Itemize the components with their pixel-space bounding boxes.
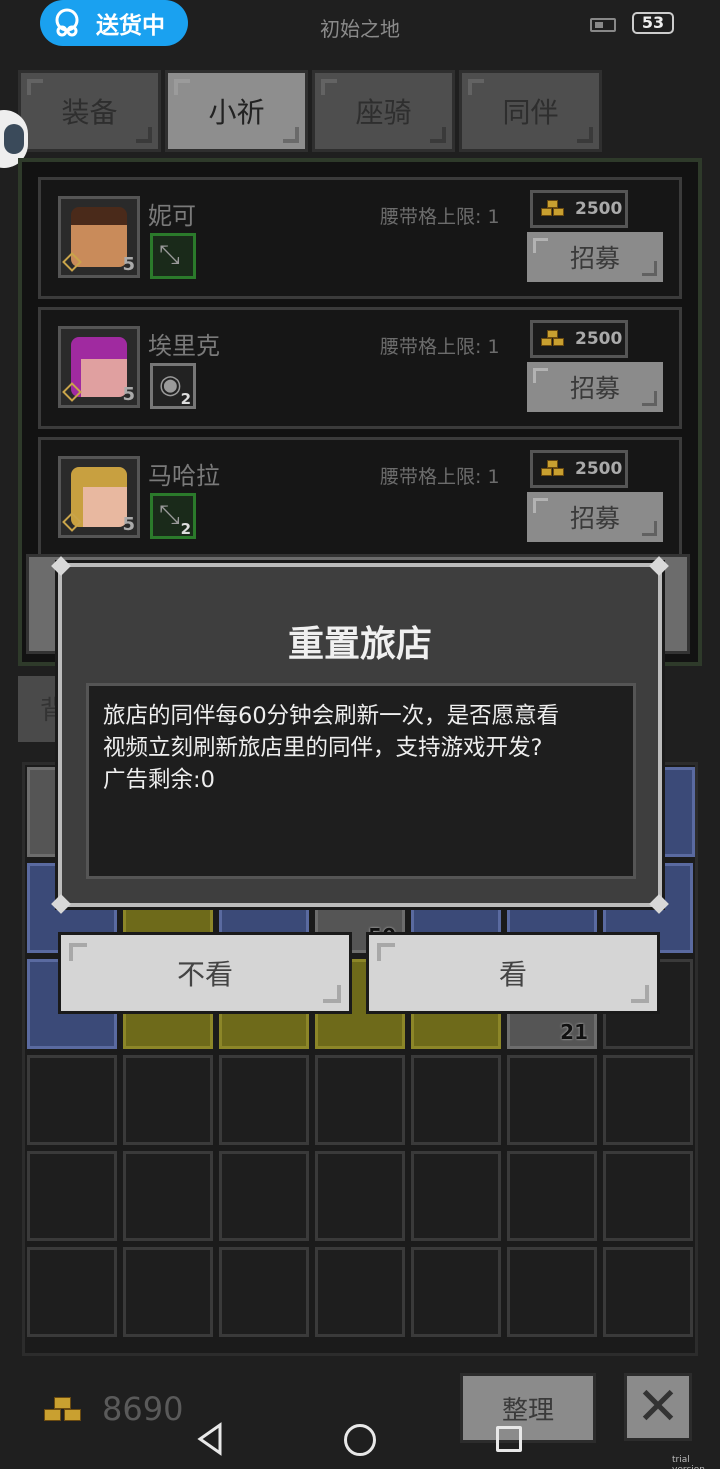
recruit-button[interactable]: 招募 [527, 362, 663, 412]
hero-name: 埃里克 [148, 332, 220, 360]
stack-count: 21 [560, 1020, 588, 1044]
eye-skill-icon: ◉ [159, 370, 182, 400]
battery-saver-icon [590, 18, 616, 32]
hero-level: 5 [122, 384, 135, 405]
gold-balance: 8690 [44, 1390, 183, 1428]
price-value: 2500 [575, 329, 623, 349]
skill-count: 2 [180, 390, 191, 408]
arrow-skill-icon: ⤡ [159, 500, 180, 530]
dialog-message-line: 视频立刻刷新旅店里的同伴，支持游戏开发? [103, 735, 543, 761]
reset-inn-dialog: 重置旅店 旅店的同伴每60分钟会刷新一次，是否愿意看 视频立刻刷新旅店里的同伴，… [51, 556, 669, 914]
ads-remaining: 广告剩余:0 [103, 767, 215, 793]
delivery-rider-icon [55, 8, 79, 37]
inventory-slot[interactable] [219, 1247, 309, 1337]
tab-mount[interactable]: 座骑 [312, 70, 455, 152]
sort-button[interactable]: 整理 [460, 1373, 596, 1443]
gold-icon [541, 200, 567, 218]
nav-home-icon[interactable] [344, 1424, 376, 1456]
belt-limit-text: 腰带格上限: 1 [380, 466, 500, 488]
skill-count: 2 [180, 520, 191, 538]
gold-icon [541, 330, 567, 348]
tab-backpack[interactable]: 背 [18, 676, 66, 742]
inventory-slot[interactable] [315, 1055, 405, 1145]
delivery-status-label: 送货中 [96, 13, 165, 39]
watch-ad-button[interactable]: 看 [366, 932, 660, 1014]
close-icon: ✕ [636, 1377, 680, 1437]
inventory-slot[interactable] [603, 1247, 693, 1337]
decline-button[interactable]: 不看 [58, 932, 352, 1014]
gold-icon [541, 460, 567, 478]
belt-limit-text: 腰带格上限: 1 [380, 336, 500, 358]
delivery-status-pill[interactable]: 送货中 [40, 0, 188, 46]
price-tag: 2500 [530, 190, 628, 228]
inventory-slot[interactable] [603, 1151, 693, 1241]
close-button[interactable]: ✕ [624, 1373, 692, 1441]
inventory-slot[interactable] [411, 1247, 501, 1337]
gold-icon [44, 1395, 84, 1423]
trial-watermark: trial version [672, 1455, 705, 1469]
gold-total-value: 8690 [102, 1390, 184, 1428]
arrow-skill-icon: ⤡ [159, 240, 180, 270]
recruit-button[interactable]: 招募 [527, 492, 663, 542]
inventory-slot[interactable] [219, 1151, 309, 1241]
tab-companion[interactable]: 同伴 [459, 70, 602, 152]
belt-limit-text: 腰带格上限: 1 [380, 206, 500, 228]
hero-level: 5 [122, 254, 135, 275]
price-tag: 2500 [530, 320, 628, 358]
battery-level: 53 [632, 12, 674, 34]
inventory-slot[interactable] [603, 1055, 693, 1145]
hero-face-icon [71, 207, 127, 267]
inventory-slot[interactable] [411, 1151, 501, 1241]
price-tag: 2500 [530, 450, 628, 488]
hero-face-icon [71, 337, 127, 397]
inventory-slot[interactable] [507, 1151, 597, 1241]
inventory-slot[interactable] [123, 1151, 213, 1241]
price-value: 2500 [575, 459, 623, 479]
inventory-slot[interactable] [219, 1055, 309, 1145]
dialog-message: 旅店的同伴每60分钟会刷新一次，是否愿意看 视频立刻刷新旅店里的同伴，支持游戏开… [86, 683, 636, 879]
hero-portrait[interactable]: 5 [58, 196, 140, 278]
nav-recents-icon[interactable] [496, 1426, 522, 1452]
skill-slot[interactable]: ◉ 2 [150, 363, 196, 409]
inventory-slot[interactable] [123, 1055, 213, 1145]
assistant-face-icon [4, 124, 24, 154]
inventory-slot[interactable] [27, 1151, 117, 1241]
skill-slot[interactable]: ⤡ 2 [150, 493, 196, 539]
hero-face-icon [71, 467, 127, 527]
inventory-slot[interactable] [411, 1055, 501, 1145]
skill-slot[interactable]: ⤡ [150, 233, 196, 279]
tab-xiaoqi[interactable]: 小祈 [165, 70, 308, 152]
hero-level: 5 [122, 514, 135, 535]
inventory-slot[interactable] [27, 1247, 117, 1337]
inventory-slot[interactable] [507, 1055, 597, 1145]
recruit-button[interactable]: 招募 [527, 232, 663, 282]
location-title: 初始之地 [320, 17, 400, 41]
hero-name: 马哈拉 [148, 462, 220, 490]
dialog-message-line: 旅店的同伴每60分钟会刷新一次，是否愿意看 [103, 703, 560, 729]
inventory-slot[interactable] [507, 1247, 597, 1337]
hero-portrait[interactable]: 5 [58, 326, 140, 408]
nav-back-icon[interactable] [196, 1422, 224, 1456]
price-value: 2500 [575, 199, 623, 219]
inventory-slot[interactable] [315, 1247, 405, 1337]
inventory-slot[interactable] [315, 1151, 405, 1241]
hero-name: 妮可 [148, 202, 196, 230]
inventory-slot[interactable] [123, 1247, 213, 1337]
dialog-title: 重置旅店 [287, 624, 432, 665]
hero-portrait[interactable]: 5 [58, 456, 140, 538]
inventory-slot[interactable] [27, 1055, 117, 1145]
tab-equipment[interactable]: 装备 [18, 70, 161, 152]
